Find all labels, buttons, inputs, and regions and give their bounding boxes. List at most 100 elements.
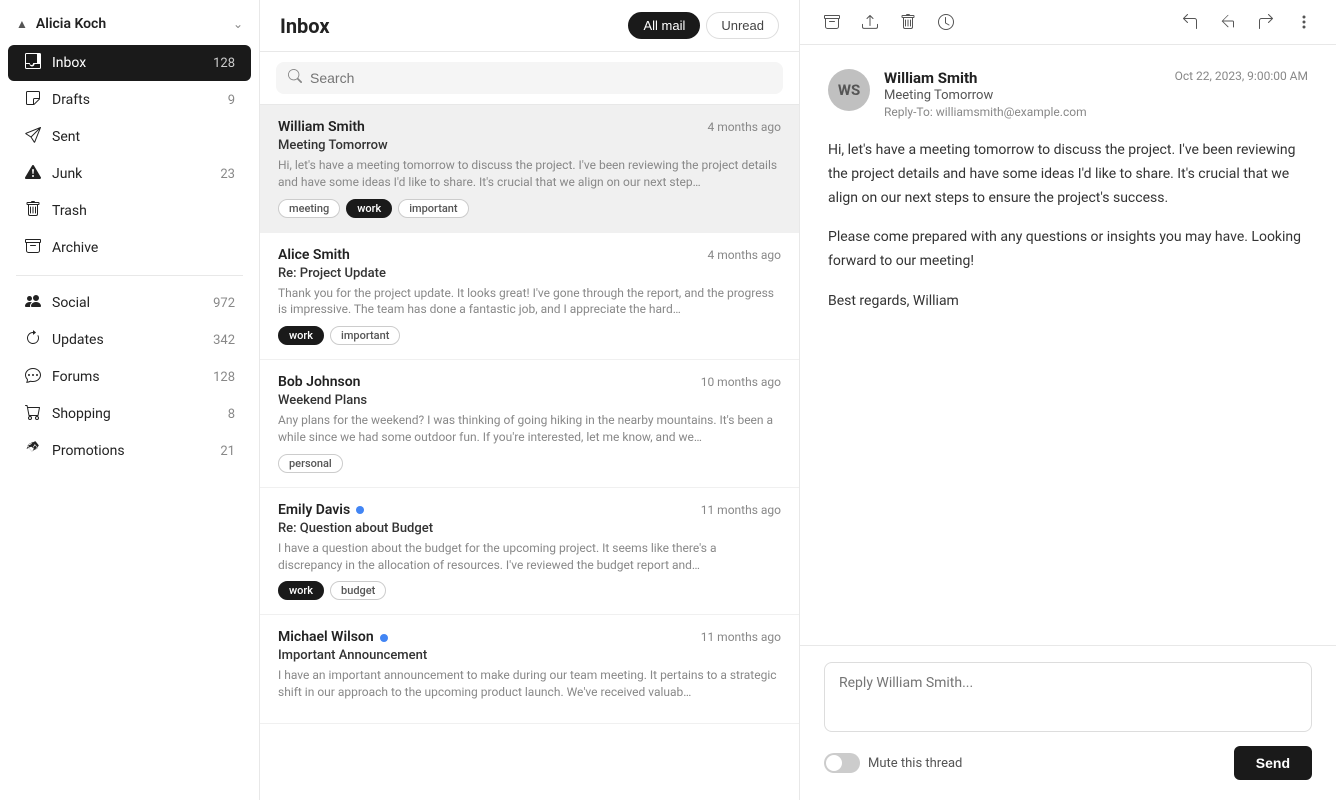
account-triangle-icon: ▲ (16, 17, 28, 31)
email-time: 4 months ago (707, 120, 781, 134)
sidebar-item-junk-count: 23 (220, 167, 235, 182)
email-item-4[interactable]: Emily Davis 11 months ago Re: Question a… (260, 488, 799, 616)
email-item-3[interactable]: Bob Johnson 10 months ago Weekend Plans … (260, 360, 799, 488)
mute-toggle-switch[interactable] (824, 753, 860, 773)
email-time: 4 months ago (707, 248, 781, 262)
content-area: Inbox All mail Unread William Smith 4 mo… (260, 0, 1336, 800)
sidebar-item-junk[interactable]: Junk 23 (8, 156, 251, 192)
sidebar-categories: Social 972 Updates 342 Forums 128 Shoppi… (0, 284, 259, 470)
mute-toggle: Mute this thread (824, 753, 962, 773)
sidebar-item-social[interactable]: Social 972 (8, 285, 251, 321)
tag-important: important (330, 326, 400, 345)
email-preview: I have a question about the budget for t… (278, 540, 781, 574)
search-bar (260, 52, 799, 105)
email-subject: Important Announcement (278, 648, 781, 663)
forums-icon (24, 367, 42, 387)
email-card-header: Emily Davis 11 months ago (278, 502, 781, 518)
sidebar-item-archive-label: Archive (52, 240, 235, 256)
snooze-button[interactable] (930, 8, 962, 36)
sidebar-item-shopping-label: Shopping (52, 406, 218, 422)
filter-buttons: All mail Unread (628, 12, 779, 39)
email-detail-date: Oct 22, 2023, 9:00:00 AM (1175, 69, 1308, 83)
email-sender: Alice Smith (278, 247, 350, 263)
move-button[interactable] (854, 8, 886, 36)
mute-label: Mute this thread (868, 756, 962, 771)
forward-button[interactable] (1250, 8, 1282, 36)
email-preview: I have an important announcement to make… (278, 667, 781, 701)
sidebar-item-updates-count: 342 (213, 333, 235, 348)
tag-work: work (278, 581, 324, 600)
email-list: William Smith 4 months ago Meeting Tomor… (260, 105, 799, 800)
email-item-1[interactable]: William Smith 4 months ago Meeting Tomor… (260, 105, 799, 233)
tag-important: important (398, 199, 468, 218)
sidebar-item-updates[interactable]: Updates 342 (8, 322, 251, 358)
email-tags: work budget (278, 581, 781, 600)
email-sender: Emily Davis (278, 502, 364, 518)
email-time: 11 months ago (701, 503, 781, 517)
sidebar-item-inbox-label: Inbox (52, 55, 203, 71)
account-chevron-icon: ⌄ (233, 17, 243, 31)
email-subject: Meeting Tomorrow (278, 138, 781, 153)
reply-input[interactable] (824, 662, 1312, 732)
sidebar-item-sent[interactable]: Sent (8, 119, 251, 155)
sidebar-item-drafts-count: 9 (228, 93, 235, 108)
email-sender: Michael Wilson (278, 629, 388, 645)
inbox-title: Inbox (280, 14, 330, 38)
sidebar-item-drafts[interactable]: Drafts 9 (8, 82, 251, 118)
sidebar-item-junk-label: Junk (52, 166, 210, 182)
sidebar-item-archive[interactable]: Archive (8, 230, 251, 266)
archive-icon (24, 238, 42, 258)
sidebar-item-promotions-label: Promotions (52, 443, 210, 459)
email-detail-reply-to: Reply-To: williamsmith@example.com (884, 105, 1151, 119)
email-card-header: Bob Johnson 10 months ago (278, 374, 781, 390)
email-detail-pane: WS William Smith Meeting Tomorrow Reply-… (800, 0, 1336, 800)
archive-button[interactable] (816, 8, 848, 36)
sidebar-item-drafts-label: Drafts (52, 92, 218, 108)
search-input[interactable] (310, 70, 771, 86)
reply-area: Mute this thread Send (800, 645, 1336, 800)
detail-content: WS William Smith Meeting Tomorrow Reply-… (800, 45, 1336, 645)
sidebar-item-forums[interactable]: Forums 128 (8, 359, 251, 395)
email-tags: work important (278, 326, 781, 345)
email-item-5[interactable]: Michael Wilson 11 months ago Important A… (260, 615, 799, 724)
email-subject: Re: Question about Budget (278, 521, 781, 536)
sidebar-item-trash[interactable]: Trash (8, 193, 251, 229)
email-sender: William Smith (278, 119, 365, 135)
unread-dot (356, 506, 364, 514)
tag-meeting: meeting (278, 199, 340, 218)
sidebar-item-social-count: 972 (213, 296, 235, 311)
tag-personal: personal (278, 454, 343, 473)
sidebar-item-inbox-count: 128 (213, 56, 235, 71)
send-button[interactable]: Send (1234, 746, 1312, 780)
email-body-p1: Hi, let's have a meeting tomorrow to dis… (828, 139, 1308, 210)
email-card-header: William Smith 4 months ago (278, 119, 781, 135)
more-actions-button[interactable] (1288, 8, 1320, 36)
sidebar-item-social-label: Social (52, 295, 203, 311)
reply-button[interactable] (1174, 8, 1206, 36)
filter-all-mail[interactable]: All mail (628, 12, 700, 39)
email-detail-sender-name: William Smith (884, 69, 1151, 87)
filter-unread[interactable]: Unread (706, 12, 779, 39)
reply-all-button[interactable] (1212, 8, 1244, 36)
email-subject: Re: Project Update (278, 266, 781, 281)
inbox-icon (24, 53, 42, 73)
sidebar-item-inbox[interactable]: Inbox 128 (8, 45, 251, 81)
tag-work: work (278, 326, 324, 345)
delete-button[interactable] (892, 8, 924, 36)
email-item-2[interactable]: Alice Smith 4 months ago Re: Project Upd… (260, 233, 799, 361)
toggle-knob (826, 755, 842, 771)
account-info: ▲ Alicia Koch (16, 16, 106, 32)
social-icon (24, 293, 42, 313)
sidebar: ▲ Alicia Koch ⌄ Inbox 128 Drafts 9 Sent (0, 0, 260, 800)
account-header[interactable]: ▲ Alicia Koch ⌄ (0, 8, 259, 44)
email-preview: Any plans for the weekend? I was thinkin… (278, 412, 781, 446)
sidebar-item-shopping[interactable]: Shopping 8 (8, 396, 251, 432)
sidebar-item-forums-label: Forums (52, 369, 203, 385)
sent-icon (24, 127, 42, 147)
sidebar-item-promotions[interactable]: Promotions 21 (8, 433, 251, 469)
tag-budget: budget (330, 581, 386, 600)
drafts-icon (24, 90, 42, 110)
email-card-header: Alice Smith 4 months ago (278, 247, 781, 263)
sidebar-divider (16, 275, 243, 276)
email-body-p3: Best regards, William (828, 290, 1308, 314)
